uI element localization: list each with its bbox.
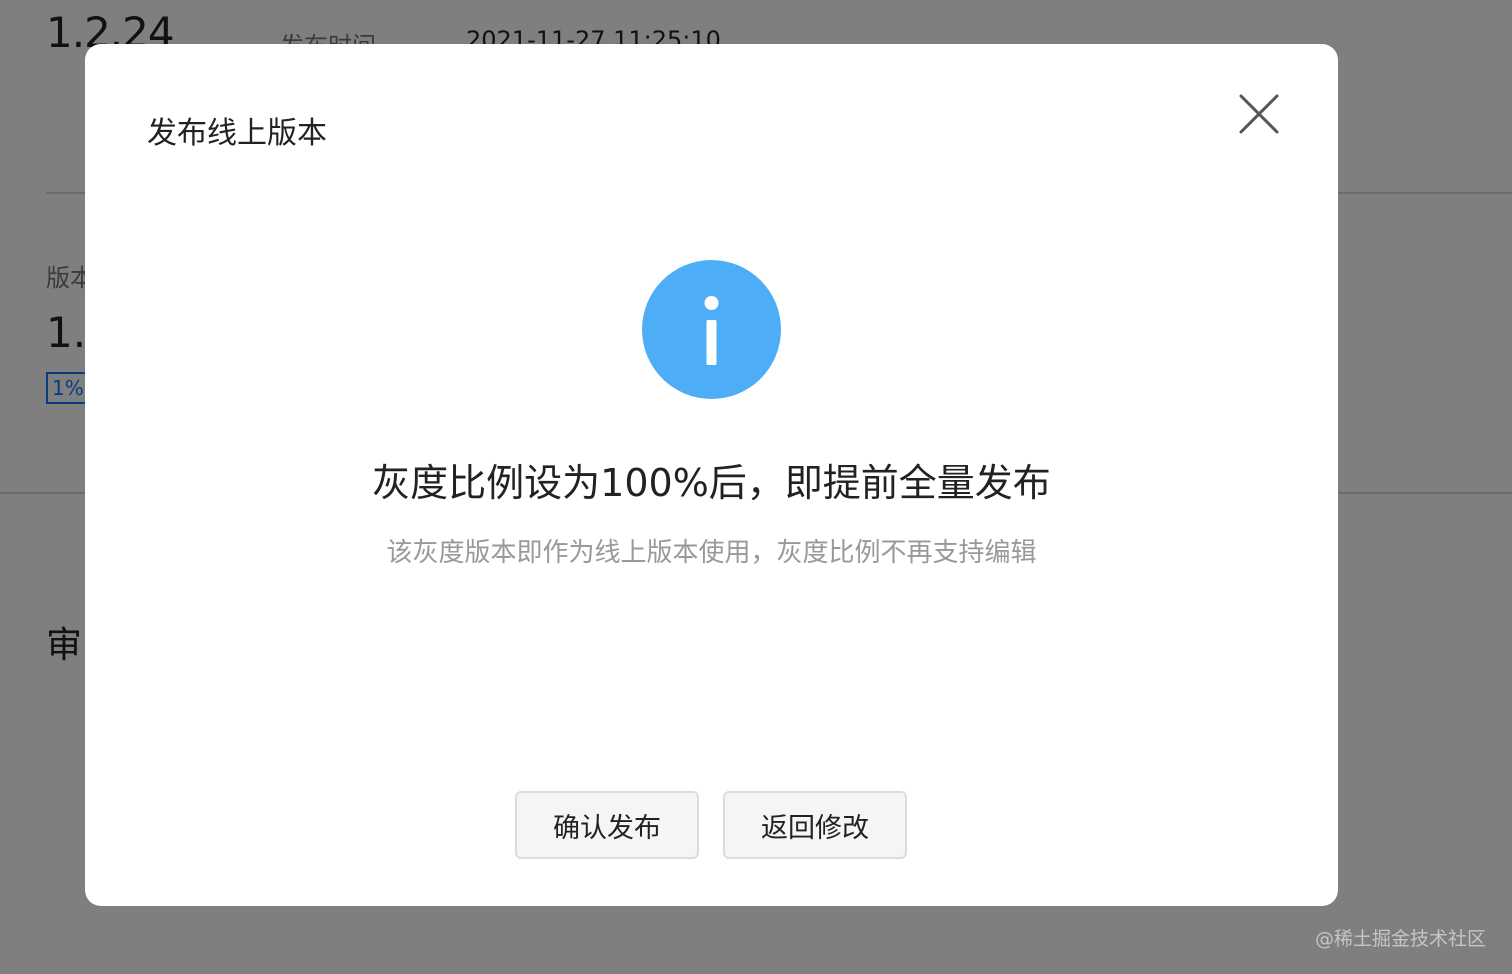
close-icon[interactable] [1237,92,1281,136]
dialog-description: 该灰度版本即作为线上版本使用，灰度比例不再支持编辑 [386,538,1037,568]
dialog-heading: 灰度比例设为100%后，即提前全量发布 [372,461,1051,505]
watermark: @稀土掘金技术社区 [1314,928,1486,950]
info-icon [642,260,781,399]
dialog-title: 发布线上版本 [147,116,327,151]
back-to-edit-button[interactable]: 返回修改 [723,791,907,859]
confirm-publish-button[interactable]: 确认发布 [515,791,699,859]
publish-dialog: 发布线上版本 灰度比例设为100%后，即提前全量发布 该灰度版本即作为线上版本使… [85,44,1338,906]
